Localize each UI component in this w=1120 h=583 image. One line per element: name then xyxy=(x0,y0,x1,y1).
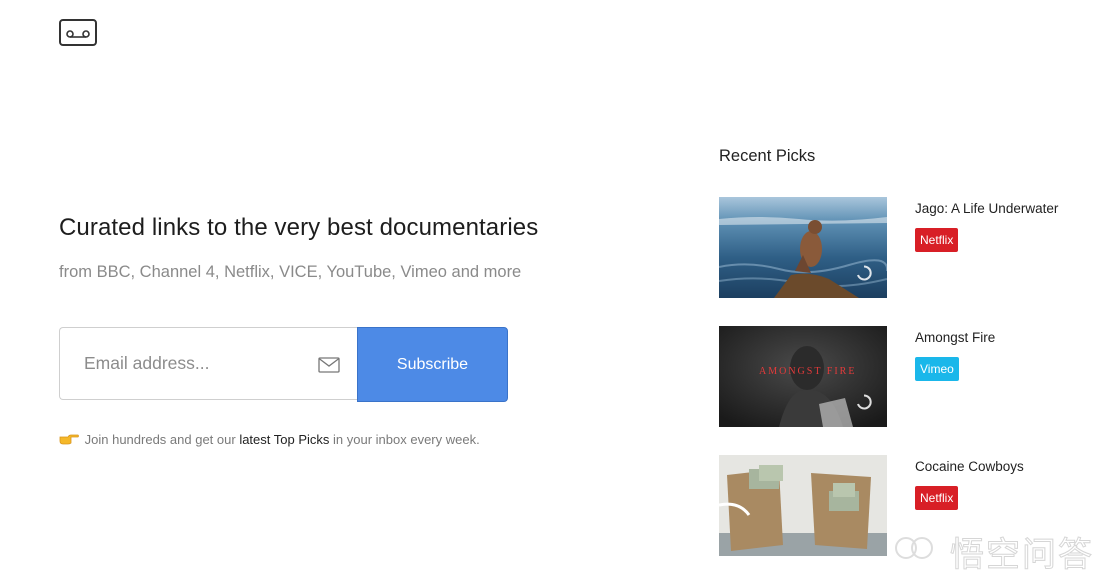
pick-source-badge: Netflix xyxy=(915,228,959,252)
hero-subtitle: from BBC, Channel 4, Netflix, VICE, YouT… xyxy=(59,263,522,281)
pick-title[interactable]: Cocaine Cowboys xyxy=(915,459,1024,474)
email-input[interactable] xyxy=(84,328,304,399)
hero-title: Curated links to the very best documenta… xyxy=(59,214,539,241)
pick-title[interactable]: Amongst Fire xyxy=(915,330,995,345)
note-prefix: Join hundreds and get our xyxy=(84,432,236,447)
watermark-text: 悟空问答 xyxy=(950,535,1094,576)
envelope-icon xyxy=(318,357,340,373)
subscribe-button[interactable]: Subscribe xyxy=(357,327,508,402)
pick-thumbnail[interactable] xyxy=(719,455,887,556)
pick-title-link[interactable]: Cocaine Cowboys xyxy=(915,459,1024,474)
thumb-overlay-title: AMONGST FIRE xyxy=(759,366,857,377)
pick-thumbnail[interactable] xyxy=(719,197,887,298)
recent-pick-item: Jago: A Life Underwater Netflix xyxy=(719,197,1079,298)
recent-pick-item: AMONGST FIRE Amongst Fire Vimeo xyxy=(719,326,1079,427)
play-spinner-icon xyxy=(856,394,872,410)
pick-source-badge: Netflix xyxy=(915,486,959,510)
join-note: Join hundreds and get our latest Top Pic… xyxy=(59,432,480,447)
note-suffix: in your inbox every week. xyxy=(333,432,480,447)
play-spinner-icon xyxy=(856,265,872,281)
pointing-hand-icon xyxy=(59,433,79,445)
email-field-container xyxy=(59,327,357,400)
recent-picks-heading: Recent Picks xyxy=(719,147,816,165)
watermark: 悟空问答 xyxy=(892,524,1102,576)
logo-cassette-icon[interactable] xyxy=(59,19,97,46)
pick-title[interactable]: Jago: A Life Underwater xyxy=(915,201,1058,216)
top-picks-link[interactable]: latest Top Picks xyxy=(239,432,329,447)
pick-title-link[interactable]: Amongst Fire xyxy=(915,330,995,345)
pick-thumbnail[interactable]: AMONGST FIRE xyxy=(719,326,887,427)
pick-title-link[interactable]: Jago: A Life Underwater xyxy=(915,201,1058,216)
pick-source-badge: Vimeo xyxy=(915,357,959,381)
